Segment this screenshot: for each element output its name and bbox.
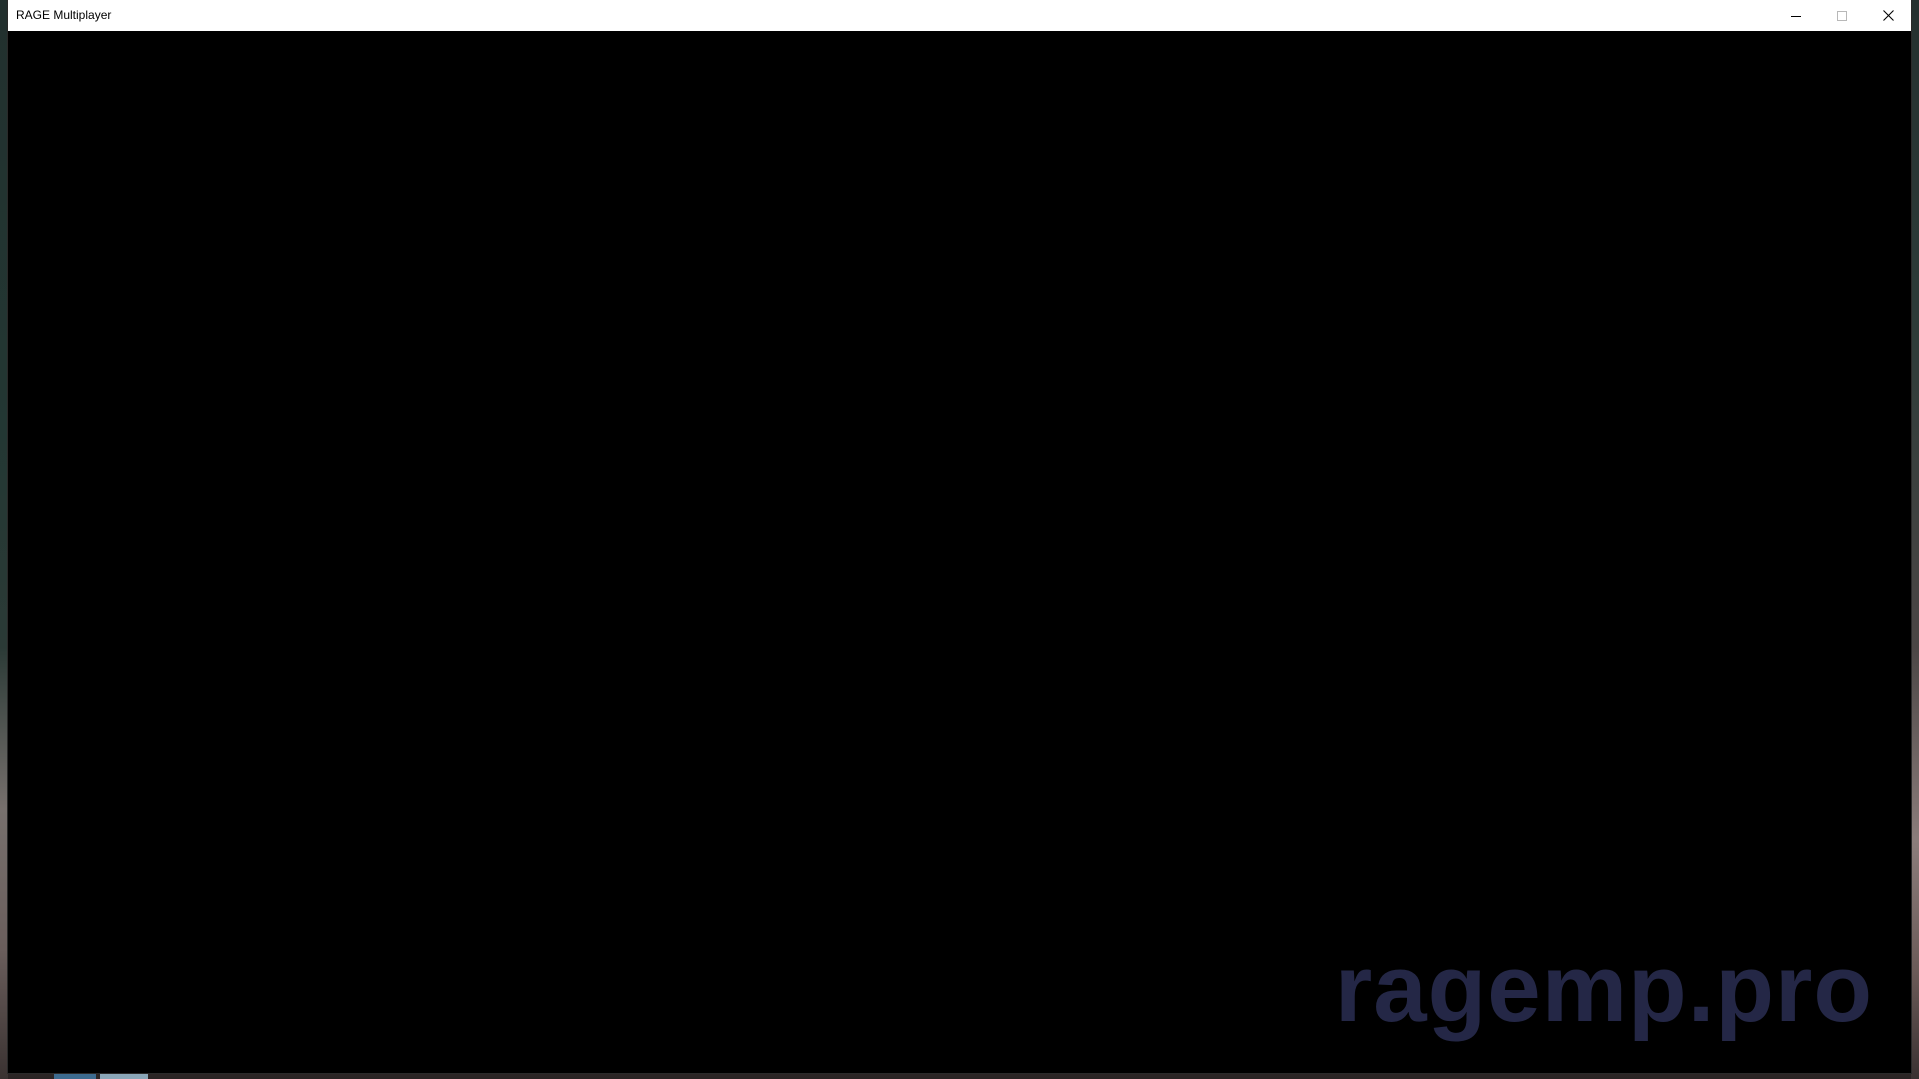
- maximize-icon: [1837, 10, 1847, 21]
- close-button[interactable]: [1865, 0, 1911, 31]
- close-icon: [1882, 10, 1894, 21]
- window-title: RAGE Multiplayer: [16, 8, 112, 22]
- desktop-edge-left: [0, 0, 8, 1079]
- title-bar[interactable]: RAGE Multiplayer: [8, 0, 1911, 32]
- desktop-background: RAGE Multiplayer ragemp.pro: [0, 0, 1919, 1079]
- watermark-text: ragemp.pro: [1334, 935, 1873, 1042]
- minimize-icon: [1791, 11, 1801, 21]
- taskbar-item[interactable]: [54, 1073, 96, 1079]
- maximize-button[interactable]: [1819, 0, 1865, 31]
- minimize-button[interactable]: [1773, 0, 1819, 31]
- app-window: RAGE Multiplayer ragemp.pro: [8, 0, 1911, 1073]
- game-viewport[interactable]: ragemp.pro: [8, 31, 1911, 1073]
- desktop-edge-right: [1911, 0, 1919, 1079]
- taskbar-item[interactable]: [100, 1073, 148, 1079]
